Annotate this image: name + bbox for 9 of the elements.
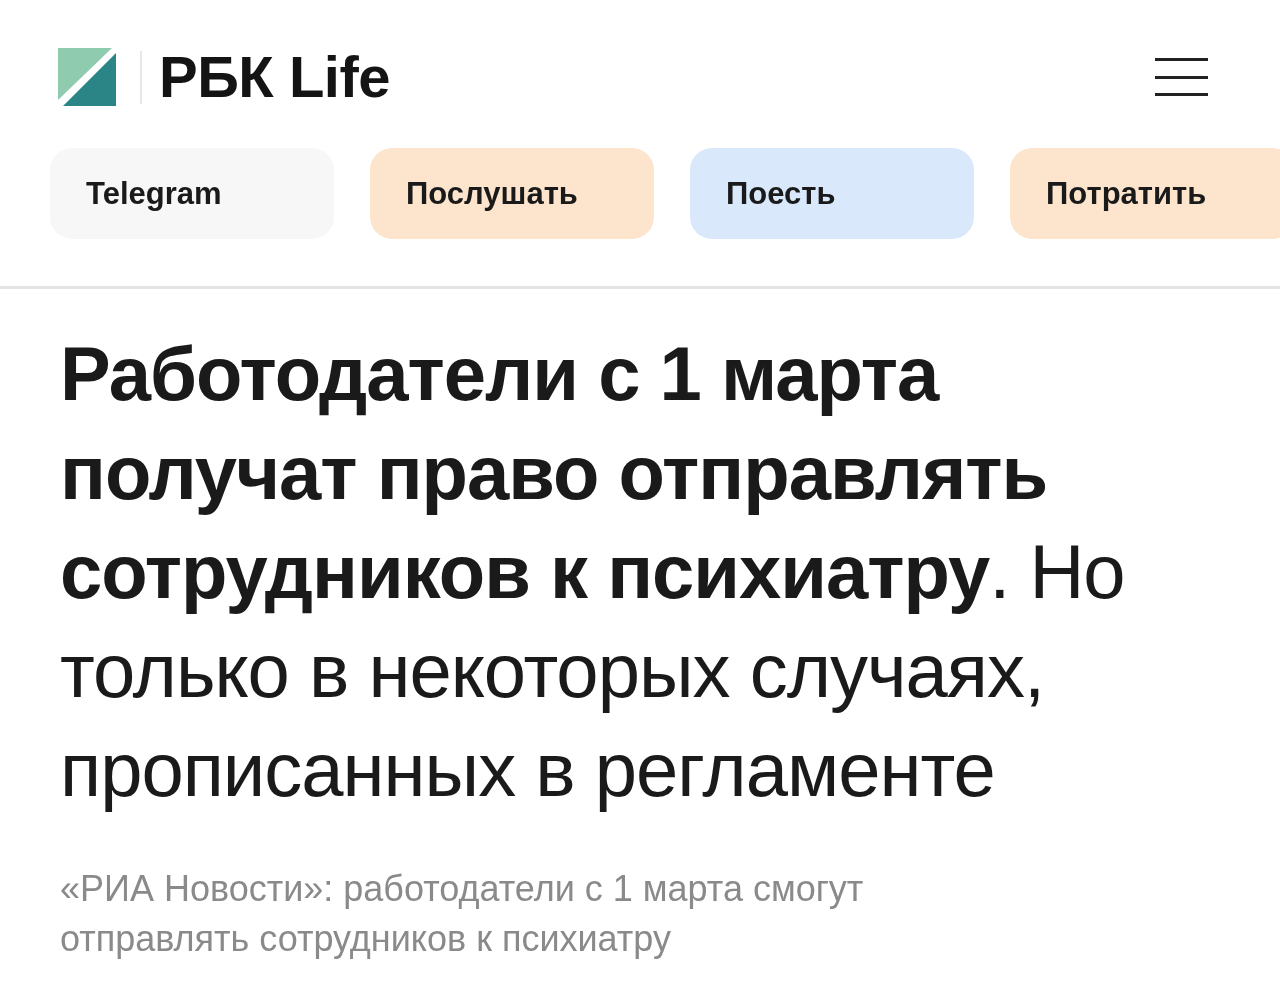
- nav-chip[interactable]: Telegram: [50, 148, 334, 239]
- source-note: «РИА Новости»: работодатели с 1 марта смогут отправлять сотрудников к психиатру: [60, 867, 865, 961]
- menu-icon[interactable]: [1155, 58, 1208, 96]
- logo-text: РБК Life: [159, 48, 390, 106]
- logo-icon: [58, 48, 116, 106]
- nav-chip[interactable]: Поесть: [690, 148, 974, 239]
- nav-chip[interactable]: Потратить: [1010, 148, 1280, 239]
- nav-chip[interactable]: Послушать: [370, 148, 654, 239]
- headline: Работодатели с 1 марта получат право отправлять сотрудников к психиатру. Но только в некоторых случаях, прописанных в регламенте: [60, 330, 1126, 814]
